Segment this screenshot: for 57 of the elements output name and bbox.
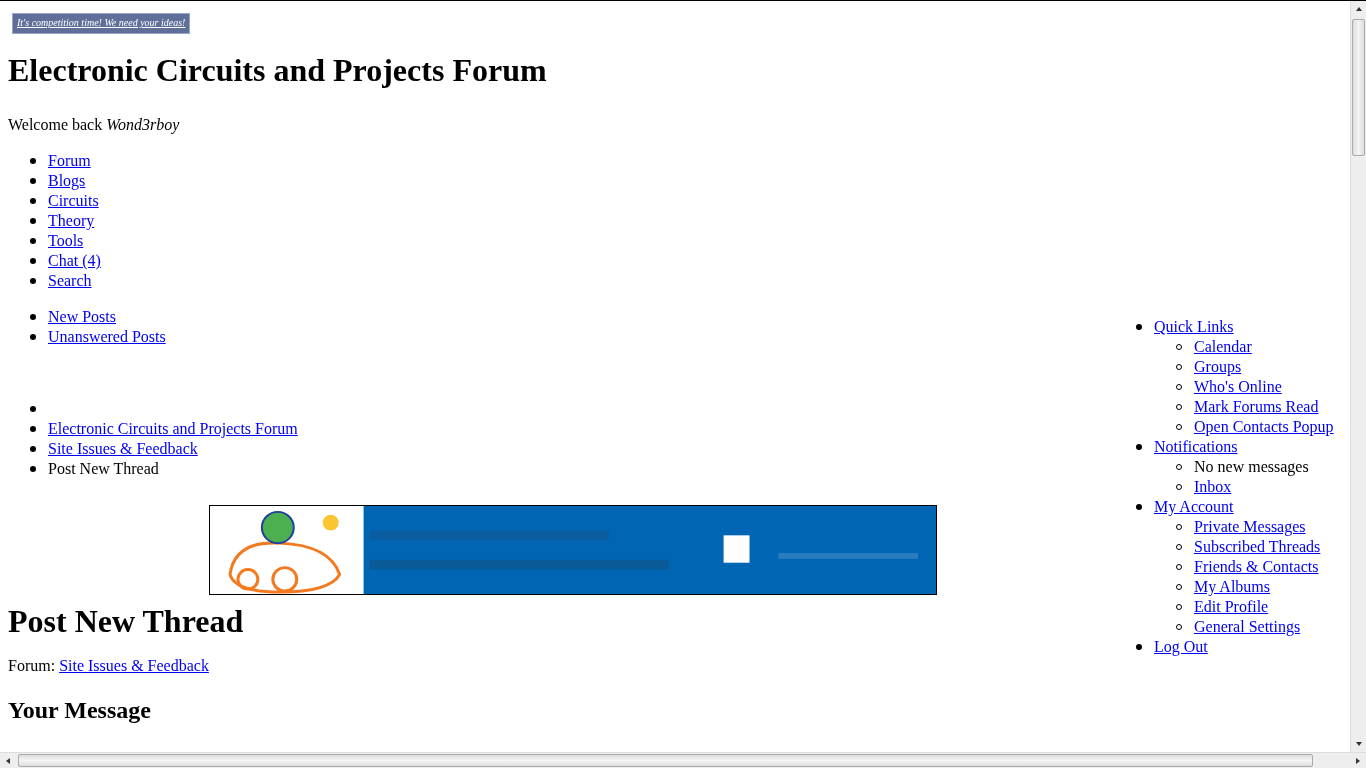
nav-link[interactable]: Unanswered Posts: [48, 328, 166, 345]
menu-text: No new messages: [1194, 458, 1309, 475]
announcement-link[interactable]: It's competition time! We need your ideas!: [17, 17, 186, 28]
page-title: Post New Thread: [8, 603, 245, 640]
welcome-text: Welcome back Wond3rboy: [8, 115, 181, 135]
site-title: Electronic Circuits and Projects Forum: [8, 52, 548, 89]
menu-link[interactable]: My Albums: [1194, 578, 1270, 595]
bullet-icon: [30, 446, 36, 452]
menu-link[interactable]: Who's Online: [1194, 378, 1282, 395]
menu-link[interactable]: Calendar: [1194, 338, 1252, 355]
horizontal-scrollbar[interactable]: [0, 752, 1366, 768]
nav-link[interactable]: Circuits: [48, 192, 99, 209]
nav-link[interactable]: Search: [48, 272, 92, 289]
bullet-icon: [30, 258, 36, 264]
bullet-icon: [1136, 504, 1142, 510]
forum-name-link[interactable]: Site Issues & Feedback: [59, 657, 209, 674]
menu-link[interactable]: Groups: [1194, 358, 1242, 375]
menu-link[interactable]: Edit Profile: [1194, 598, 1269, 615]
bullet-icon: [30, 466, 36, 472]
nav-link[interactable]: Theory: [48, 212, 95, 229]
bullet-icon: [30, 178, 36, 184]
section-title: Your Message: [8, 696, 152, 724]
nav-link[interactable]: Blogs: [48, 172, 86, 189]
menu-link[interactable]: Quick Links: [1154, 318, 1234, 335]
menu-link[interactable]: General Settings: [1194, 618, 1301, 635]
vertical-scrollbar[interactable]: [1350, 1, 1366, 752]
menu-link[interactable]: My Account: [1154, 498, 1234, 515]
bullet-icon: [30, 278, 36, 284]
forum-line: Forum: Site Issues & Feedback: [8, 656, 210, 676]
bullet-icon: [30, 406, 36, 412]
bullet-icon: [30, 198, 36, 204]
bullet-icon: [1136, 324, 1142, 330]
bullet-icon: [30, 238, 36, 244]
nav-link[interactable]: Tools: [48, 232, 84, 249]
nav-link[interactable]: Chat (4): [48, 252, 101, 269]
scroll-thumb[interactable]: [1352, 19, 1365, 156]
menu-link[interactable]: Subscribed Threads: [1194, 538, 1321, 555]
bullet-icon: [30, 218, 36, 224]
breadcrumb-link[interactable]: Site Issues & Feedback: [48, 440, 198, 457]
bullet-icon: [30, 314, 36, 320]
menu-link[interactable]: Mark Forums Read: [1194, 398, 1319, 415]
bullet-icon: [30, 334, 36, 340]
bullet-icon: [1136, 444, 1142, 450]
menu-link[interactable]: Inbox: [1194, 478, 1232, 495]
breadcrumb-link[interactable]: Electronic Circuits and Projects Forum: [48, 420, 298, 437]
breadcrumb-current: Post New Thread: [48, 460, 159, 477]
menu-link[interactable]: Log Out: [1154, 638, 1208, 655]
menu-link[interactable]: Friends & Contacts: [1194, 558, 1319, 575]
bullet-icon: [1136, 644, 1142, 650]
scroll-thumb[interactable]: [18, 754, 1313, 767]
nav-link[interactable]: New Posts: [48, 308, 116, 325]
menu-link[interactable]: Notifications: [1154, 438, 1238, 455]
menu-link[interactable]: Open Contacts Popup: [1194, 418, 1334, 435]
nav-link[interactable]: Forum: [48, 152, 91, 169]
menu-link[interactable]: Private Messages: [1194, 518, 1306, 535]
bullet-icon: [30, 426, 36, 432]
bullet-icon: [30, 158, 36, 164]
